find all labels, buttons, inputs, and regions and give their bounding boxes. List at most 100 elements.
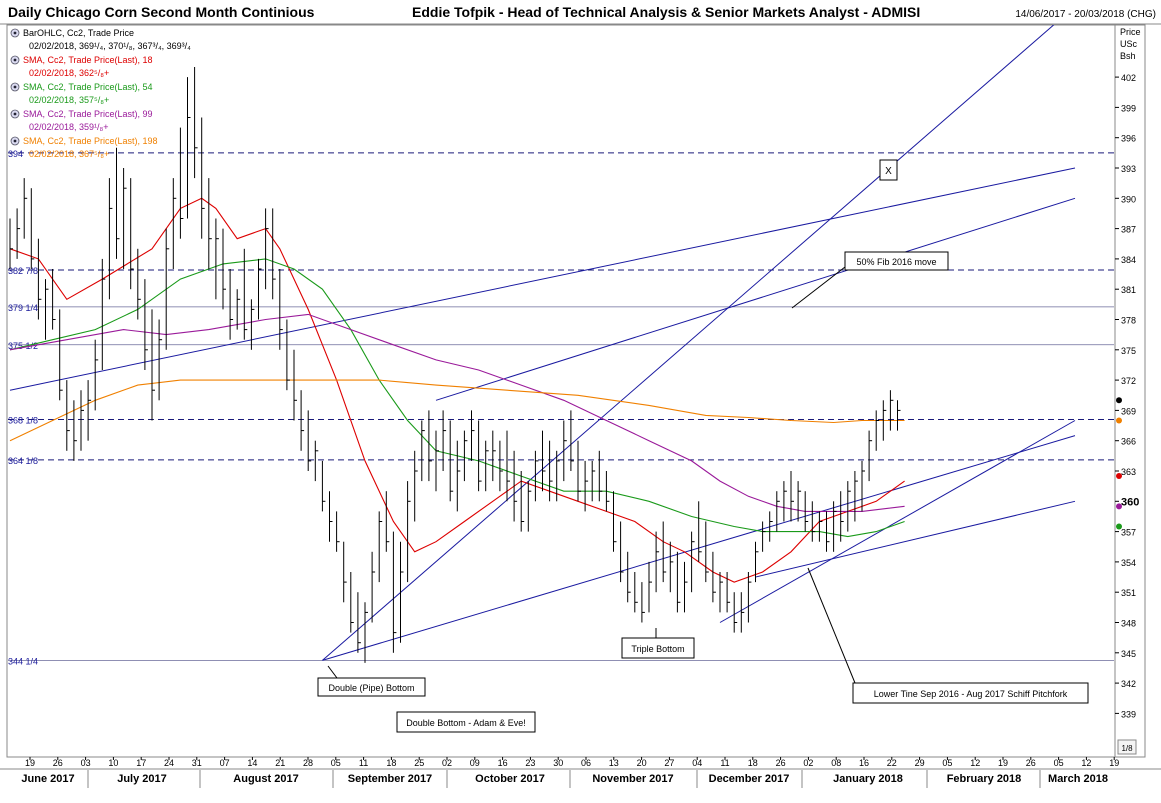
y-tick-label: 345 bbox=[1121, 649, 1136, 659]
x-day-label: 24 bbox=[164, 758, 174, 768]
x-day-label: 04 bbox=[692, 758, 702, 768]
x-day-label: 28 bbox=[303, 758, 313, 768]
annotation-triple-bottom: Triple Bottom bbox=[631, 644, 684, 654]
x-day-label: 19 bbox=[998, 758, 1008, 768]
y-tick-label: 342 bbox=[1121, 679, 1136, 689]
x-day-label: 18 bbox=[748, 758, 758, 768]
y-tick-label: 378 bbox=[1121, 316, 1136, 326]
date-range: 14/06/2017 - 20/03/2018 (CHG) bbox=[1015, 9, 1156, 20]
y-tick-label: 399 bbox=[1121, 103, 1136, 113]
chart-author: Eddie Tofpik - Head of Technical Analysi… bbox=[412, 4, 920, 20]
legend-value: 02/02/2018, 359¹/₈+ bbox=[29, 122, 109, 132]
x-day-label: 11 bbox=[720, 758, 729, 768]
y-tick-label: 366 bbox=[1121, 437, 1136, 447]
y-tick-label: 381 bbox=[1121, 285, 1136, 295]
x-day-label: 05 bbox=[942, 758, 952, 768]
y-tick-label: 393 bbox=[1121, 164, 1136, 174]
x-day-label: 21 bbox=[275, 758, 285, 768]
x-day-label: 19 bbox=[1109, 758, 1119, 768]
x-day-label: 05 bbox=[331, 758, 341, 768]
legend-title: BarOHLC, Cc2, Trade Price bbox=[23, 28, 134, 38]
x-day-label: 25 bbox=[414, 758, 424, 768]
y-tick-label: 396 bbox=[1121, 134, 1136, 144]
series-value-marker bbox=[1116, 397, 1122, 404]
x-month-label: June 2017 bbox=[21, 773, 74, 785]
level-label: 364 1/8 bbox=[8, 456, 38, 466]
x-day-label: 11 bbox=[359, 758, 368, 768]
x-day-label: 02 bbox=[803, 758, 813, 768]
x-day-label: 16 bbox=[498, 758, 508, 768]
y-tick-label: 360 bbox=[1121, 496, 1139, 508]
y-tick-label: 357 bbox=[1121, 528, 1136, 538]
x-month-label: January 2018 bbox=[833, 773, 903, 785]
y-tick-label: 387 bbox=[1121, 225, 1136, 235]
y-tick-label: 402 bbox=[1121, 73, 1136, 83]
x-month-label: March 2018 bbox=[1048, 773, 1108, 785]
x-day-label: 18 bbox=[386, 758, 396, 768]
legend-title: SMA, Cc2, Trade Price(Last), 18 bbox=[23, 55, 153, 65]
series-value-marker bbox=[1116, 523, 1122, 530]
series-value-marker bbox=[1116, 473, 1122, 480]
x-day-label: 26 bbox=[1026, 758, 1036, 768]
legend-value: 02/02/2018, 357⁵/₈+ bbox=[29, 95, 109, 105]
level-label: 368 1/8 bbox=[8, 415, 38, 425]
legend-title: SMA, Cc2, Trade Price(Last), 198 bbox=[23, 136, 158, 146]
x-day-label: 26 bbox=[53, 758, 63, 768]
y-tick-label: 369 bbox=[1121, 406, 1136, 416]
annotation-pipe-bottom: Double (Pipe) Bottom bbox=[328, 683, 414, 693]
legend-title: SMA, Cc2, Trade Price(Last), 99 bbox=[23, 109, 153, 119]
x-month-label: September 2017 bbox=[348, 773, 432, 785]
x-day-label: 30 bbox=[553, 758, 563, 768]
annotation-adam-eve: Double Bottom - Adam & Eve! bbox=[406, 718, 526, 728]
legend-value: 02/02/2018, 362⁵/₈+ bbox=[29, 68, 109, 78]
x-day-label: 29 bbox=[915, 758, 925, 768]
y-tick-label: 390 bbox=[1121, 194, 1136, 204]
y-tick-label: 348 bbox=[1121, 619, 1136, 629]
level-label: 382 7/8 bbox=[8, 266, 38, 276]
x-day-label: 03 bbox=[81, 758, 91, 768]
x-day-label: 16 bbox=[859, 758, 869, 768]
x-day-label: 31 bbox=[192, 758, 202, 768]
y-tick-label: 339 bbox=[1121, 709, 1136, 719]
x-month-label: November 2017 bbox=[592, 773, 673, 785]
x-day-label: 08 bbox=[831, 758, 841, 768]
y-tick-label: 384 bbox=[1121, 255, 1136, 265]
level-label: 394 bbox=[8, 149, 23, 159]
level-label: 379 1/4 bbox=[8, 303, 38, 313]
legend-value: 02/02/2018, 369¹/₄, 370¹/₈, 367³/₄, 369³… bbox=[29, 41, 191, 51]
y-tick-label: 363 bbox=[1121, 467, 1136, 477]
y-tick-label: 351 bbox=[1121, 588, 1136, 598]
eye-icon-pupil bbox=[13, 31, 17, 35]
x-month-label: July 2017 bbox=[117, 773, 167, 785]
x-day-label: 10 bbox=[108, 758, 118, 768]
x-day-label: 12 bbox=[1081, 758, 1091, 768]
x-day-label: 23 bbox=[525, 758, 535, 768]
eye-icon-pupil bbox=[13, 112, 17, 116]
annotation-x-box: X bbox=[879, 159, 898, 181]
x-day-label: 14 bbox=[247, 758, 257, 768]
x-day-label: 20 bbox=[637, 758, 647, 768]
series-value-marker bbox=[1116, 503, 1122, 510]
x-month-label: August 2017 bbox=[233, 773, 298, 785]
x-day-label: 06 bbox=[581, 758, 591, 768]
chart-title: Daily Chicago Corn Second Month Continio… bbox=[8, 4, 315, 20]
series-value-marker bbox=[1116, 417, 1122, 424]
x-day-label: 19 bbox=[25, 758, 35, 768]
x-month-label: December 2017 bbox=[709, 773, 790, 785]
y-tick-label: 375 bbox=[1121, 346, 1136, 356]
y-tick-label: 354 bbox=[1121, 558, 1136, 568]
y-tick-label: 372 bbox=[1121, 376, 1136, 386]
x-day-label: 13 bbox=[609, 758, 619, 768]
eye-icon-pupil bbox=[13, 58, 17, 62]
x-month-label: October 2017 bbox=[475, 773, 545, 785]
scale-button-label: 1/8 bbox=[1121, 744, 1133, 753]
x-day-label: 09 bbox=[470, 758, 480, 768]
price-axis-header-unit: USc bbox=[1120, 39, 1138, 49]
price-axis-header-price: Price bbox=[1120, 27, 1141, 37]
annotation-adam-eve-box: Double Bottom - Adam & Eve! bbox=[396, 711, 536, 733]
x-day-label: 17 bbox=[136, 758, 146, 768]
x-day-label: 02 bbox=[442, 758, 452, 768]
annotation-fib: 50% Fib 2016 move bbox=[856, 257, 936, 267]
x-day-label: 12 bbox=[970, 758, 980, 768]
x-day-label: 07 bbox=[220, 758, 230, 768]
